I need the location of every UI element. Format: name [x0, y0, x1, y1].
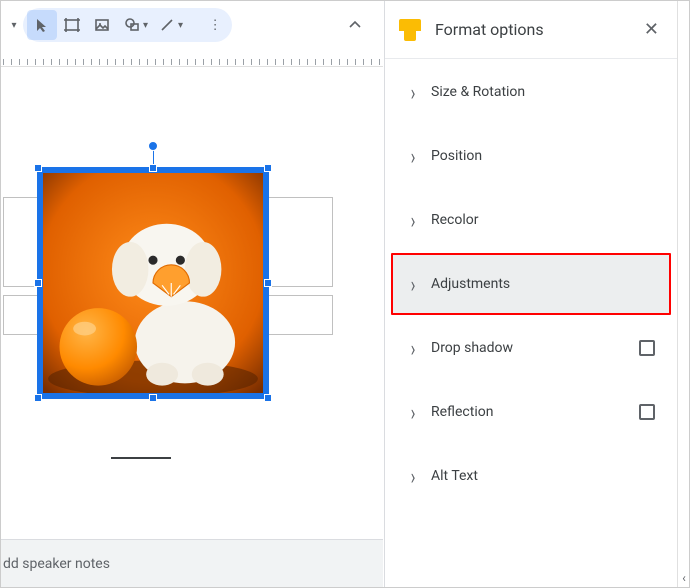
select-tool[interactable]	[27, 10, 57, 40]
chevron-left-icon: ‹	[682, 571, 686, 585]
horizontal-ruler[interactable]	[1, 49, 383, 67]
resize-handle-r[interactable]	[264, 279, 272, 287]
resize-handle-tl[interactable]	[34, 164, 42, 172]
line-dropdown[interactable]: ▾	[178, 20, 183, 31]
panel-row-label: Adjustments	[431, 276, 655, 292]
reflection-checkbox[interactable]	[639, 404, 655, 420]
line-icon	[159, 17, 175, 33]
panel-row-label: Reflection	[431, 404, 639, 420]
speaker-notes-placeholder: dd speaker notes	[3, 556, 110, 572]
close-icon: ✕	[644, 19, 659, 40]
dog-orange-illustration	[39, 169, 267, 397]
image-icon	[94, 17, 110, 33]
panel-row-label: Size & Rotation	[431, 84, 655, 100]
panel-row-alt_text[interactable]: ›Alt Text	[391, 445, 671, 507]
side-rail: ‹	[677, 1, 689, 587]
chevron-right-icon: ›	[399, 335, 427, 362]
editor-main-area: ▾ ▾ ▾ ⋮	[1, 1, 383, 587]
selected-image[interactable]	[37, 167, 269, 399]
chevron-right-icon: ›	[399, 399, 427, 426]
resize-handle-br[interactable]	[264, 394, 272, 402]
panel-title: Format options	[435, 20, 640, 39]
speaker-notes-bar[interactable]: dd speaker notes	[1, 539, 383, 587]
panel-header: Format options ✕	[385, 1, 677, 59]
resize-handle-tr[interactable]	[264, 164, 272, 172]
image-content	[39, 169, 267, 397]
collapse-toolbar[interactable]	[341, 11, 369, 39]
chevron-up-icon	[348, 18, 362, 32]
resize-handle-l[interactable]	[34, 279, 42, 287]
panel-row-position[interactable]: ›Position	[391, 125, 671, 187]
panel-row-drop_shadow[interactable]: ›Drop shadow	[391, 317, 671, 379]
resize-handle-bl[interactable]	[34, 394, 42, 402]
separator	[191, 14, 192, 36]
more-menu[interactable]: ⋮	[202, 18, 228, 33]
panel-row-adjustments[interactable]: ›Adjustments	[391, 253, 671, 315]
toolbar: ▾ ▾ ▾ ⋮	[1, 1, 383, 47]
page-indicator-line	[111, 457, 171, 459]
chevron-right-icon: ›	[399, 207, 427, 234]
panel-row-label: Alt Text	[431, 468, 655, 484]
panel-row-label: Recolor	[431, 212, 655, 228]
chevron-right-icon: ›	[399, 271, 427, 298]
textbox-tool[interactable]	[57, 10, 87, 40]
panel-row-size_rotation[interactable]: ›Size & Rotation	[391, 61, 671, 123]
chevron-right-icon: ›	[399, 79, 427, 106]
chevron-right-icon: ›	[399, 143, 427, 170]
cursor-icon	[34, 17, 50, 33]
format-icon	[399, 19, 421, 41]
image-tool[interactable]	[87, 10, 117, 40]
chevron-right-icon: ›	[399, 463, 427, 490]
panel-row-label: Drop shadow	[431, 340, 639, 356]
shape-icon	[124, 17, 140, 33]
toolbar-pill: ▾ ▾ ⋮	[23, 8, 232, 42]
slide-canvas[interactable]	[1, 67, 383, 539]
textbox-icon	[63, 16, 81, 34]
resize-handle-b[interactable]	[149, 394, 157, 402]
shape-dropdown[interactable]: ▾	[143, 20, 148, 31]
drop_shadow-checkbox[interactable]	[639, 340, 655, 356]
dropdown-caret[interactable]: ▾	[9, 20, 19, 31]
close-panel-button[interactable]: ✕	[640, 15, 663, 44]
panel-row-reflection[interactable]: ›Reflection	[391, 381, 671, 443]
resize-handle-t[interactable]	[149, 164, 157, 172]
format-options-panel: Format options ✕ ›Size & Rotation›Positi…	[384, 1, 677, 587]
expand-rail-button[interactable]: ‹	[678, 571, 690, 585]
panel-rows: ›Size & Rotation›Position›Recolor›Adjust…	[385, 59, 677, 587]
rotation-handle[interactable]	[148, 141, 158, 151]
panel-row-recolor[interactable]: ›Recolor	[391, 189, 671, 251]
panel-row-label: Position	[431, 148, 655, 164]
